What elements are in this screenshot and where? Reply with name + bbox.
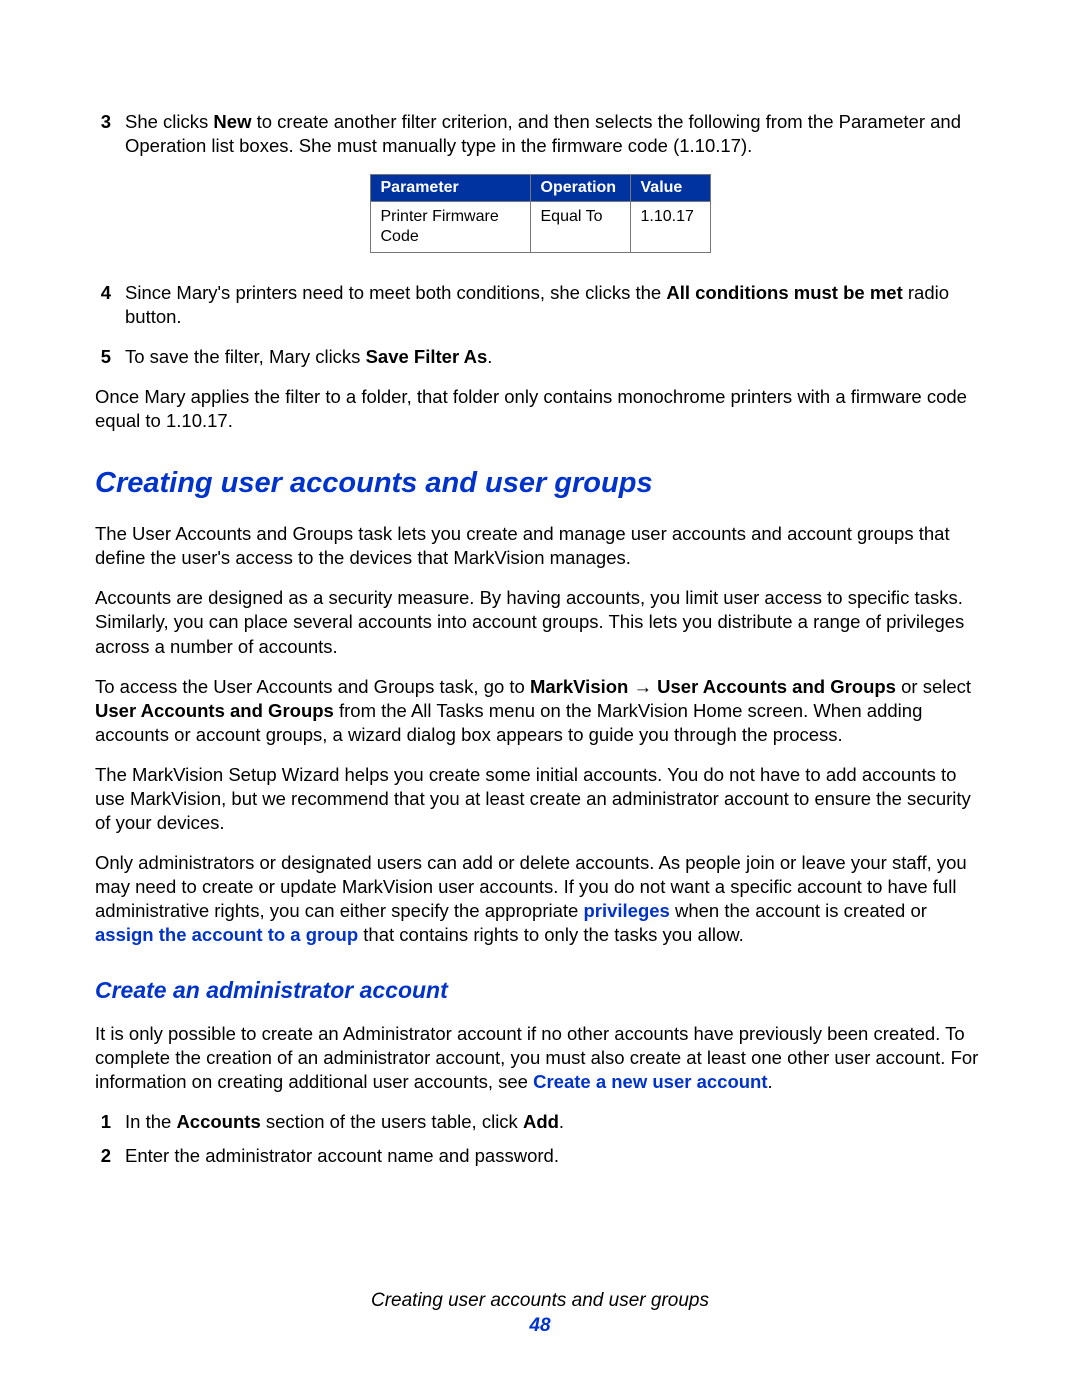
paragraph: It is only possible to create an Adminis…: [95, 1022, 985, 1094]
arrow-icon: →: [628, 676, 657, 697]
step-body: To save the filter, Mary clicks Save Fil…: [125, 345, 985, 369]
step-body: She clicks New to create another filter …: [125, 110, 985, 158]
step-number: 5: [95, 345, 125, 369]
bold-text: All conditions must be met: [666, 282, 902, 303]
step-body: In the Accounts section of the users tab…: [125, 1110, 985, 1134]
step-number: 1: [95, 1110, 125, 1134]
text: section of the users table, click: [261, 1111, 523, 1132]
page-footer: Creating user accounts and user groups 4…: [0, 1288, 1080, 1339]
text: In the: [125, 1111, 176, 1132]
bold-text: User Accounts and Groups: [95, 700, 334, 721]
text: when the account is created or: [670, 900, 927, 921]
paragraph: The User Accounts and Groups task lets y…: [95, 522, 985, 570]
parameter-table: Parameter Operation Value Printer Firmwa…: [370, 174, 711, 253]
paragraph: The MarkVision Setup Wizard helps you cr…: [95, 763, 985, 835]
step-number: 3: [95, 110, 125, 158]
step-body: Since Mary's printers need to meet both …: [125, 281, 985, 329]
link-create-user-account[interactable]: Create a new user account: [533, 1071, 767, 1092]
text: that contains rights to only the tasks y…: [358, 924, 744, 945]
step-5: 5 To save the filter, Mary clicks Save F…: [95, 345, 985, 369]
paragraph: Once Mary applies the filter to a folder…: [95, 385, 985, 433]
bold-text: New: [213, 111, 251, 132]
bold-text: Save Filter As: [366, 346, 488, 367]
table-header-operation: Operation: [530, 175, 630, 202]
table-header-value: Value: [630, 175, 710, 202]
cell-value: 1.10.17: [630, 202, 710, 253]
table-row: Printer Firmware Code Equal To 1.10.17: [370, 202, 710, 253]
step-4: 4 Since Mary's printers need to meet bot…: [95, 281, 985, 329]
text: .: [768, 1071, 773, 1092]
footer-title: Creating user accounts and user groups: [371, 1290, 709, 1311]
text: .: [487, 346, 492, 367]
text: She clicks: [125, 111, 213, 132]
paragraph: To access the User Accounts and Groups t…: [95, 675, 985, 747]
bold-text: Add: [523, 1111, 559, 1132]
bold-text: MarkVision: [530, 676, 628, 697]
bold-text: User Accounts and Groups: [657, 676, 896, 697]
cell-operation: Equal To: [530, 202, 630, 253]
cell-parameter: Printer Firmware Code: [370, 202, 530, 253]
step-number: 2: [95, 1144, 125, 1168]
step-body: Enter the administrator account name and…: [125, 1144, 985, 1168]
step-number: 4: [95, 281, 125, 329]
step-1: 1 In the Accounts section of the users t…: [95, 1110, 985, 1134]
link-assign-group[interactable]: assign the account to a group: [95, 924, 358, 945]
table-header-parameter: Parameter: [370, 175, 530, 202]
paragraph: Accounts are designed as a security meas…: [95, 586, 985, 658]
subsection-heading: Create an administrator account: [95, 977, 985, 1004]
section-heading: Creating user accounts and user groups: [95, 467, 985, 500]
link-privileges[interactable]: privileges: [583, 900, 669, 921]
text: to create another filter criterion, and …: [125, 111, 961, 156]
text: .: [559, 1111, 564, 1132]
text: To access the User Accounts and Groups t…: [95, 676, 530, 697]
bold-text: Accounts: [176, 1111, 260, 1132]
text: To save the filter, Mary clicks: [125, 346, 366, 367]
text: Since Mary's printers need to meet both …: [125, 282, 666, 303]
page-number: 48: [0, 1313, 1080, 1339]
step-2: 2 Enter the administrator account name a…: [95, 1144, 985, 1168]
step-3: 3 She clicks New to create another filte…: [95, 110, 985, 158]
paragraph: Only administrators or designated users …: [95, 851, 985, 947]
text: or select: [896, 676, 971, 697]
